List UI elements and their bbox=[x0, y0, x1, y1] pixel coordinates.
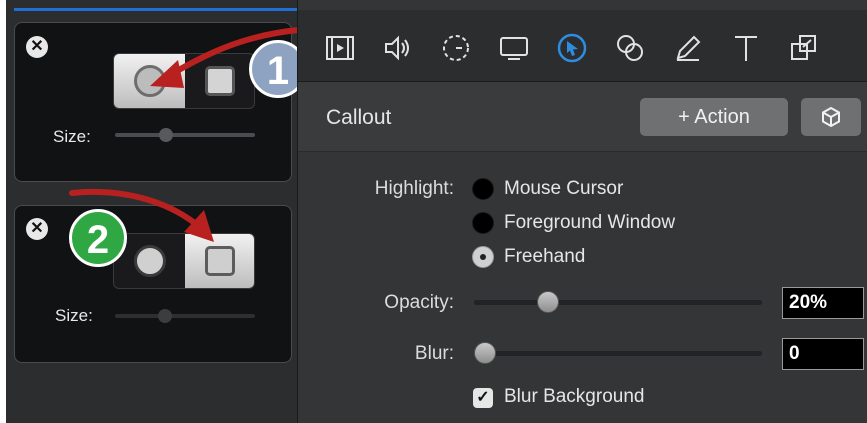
video-clip-icon[interactable] bbox=[324, 32, 356, 64]
blur-slider-knob[interactable] bbox=[474, 342, 496, 364]
gesture-icon[interactable] bbox=[788, 32, 820, 64]
arrow-2-shaft bbox=[69, 188, 199, 227]
cube-button[interactable] bbox=[801, 98, 861, 136]
blur-value-field[interactable]: 0 bbox=[782, 338, 864, 370]
cursor-icon[interactable] bbox=[556, 32, 588, 64]
audio-icon[interactable] bbox=[382, 32, 414, 64]
opacity-value-field[interactable]: 20% bbox=[782, 287, 864, 319]
arrow-2-head bbox=[184, 210, 214, 242]
blur-background-label: Blur Background bbox=[504, 386, 645, 407]
opacity-label: Opacity: bbox=[384, 292, 454, 313]
opacity-slider-knob[interactable] bbox=[537, 291, 560, 313]
highlight-option-label: Freehand bbox=[504, 246, 586, 267]
screen-icon[interactable] bbox=[498, 32, 530, 64]
panel-title: Callout bbox=[326, 106, 392, 129]
properties-toolbar bbox=[298, 10, 867, 82]
add-action-button[interactable]: + Action bbox=[640, 98, 788, 136]
blur-label: Blur: bbox=[414, 343, 454, 364]
highlight-option-label: Mouse Cursor bbox=[504, 178, 624, 199]
opacity-slider-track[interactable] bbox=[474, 300, 762, 305]
highlight-radio-mouse-cursor[interactable] bbox=[472, 178, 494, 200]
panel-header: Callout + Action bbox=[298, 82, 867, 152]
arrow-1-head bbox=[150, 60, 184, 88]
text-icon[interactable] bbox=[730, 32, 762, 64]
animation-icon[interactable] bbox=[440, 32, 472, 64]
annotation-pencil-icon[interactable] bbox=[672, 32, 704, 64]
cube-icon bbox=[822, 106, 840, 128]
highlight-radio-foreground-window[interactable] bbox=[472, 212, 494, 234]
blur-background-checkbox[interactable]: ✓ bbox=[473, 388, 493, 408]
highlight-label: Highlight: bbox=[374, 178, 454, 199]
blur-slider-track[interactable] bbox=[474, 351, 762, 356]
highlight-option-label: Foreground Window bbox=[504, 212, 676, 233]
properties-panel: Callout + Action Highlight: Mouse Cursor… bbox=[297, 0, 867, 423]
arrow-1-shaft bbox=[165, 27, 301, 79]
highlight-radio-freehand[interactable] bbox=[472, 246, 494, 268]
filter-icon[interactable] bbox=[614, 32, 646, 64]
